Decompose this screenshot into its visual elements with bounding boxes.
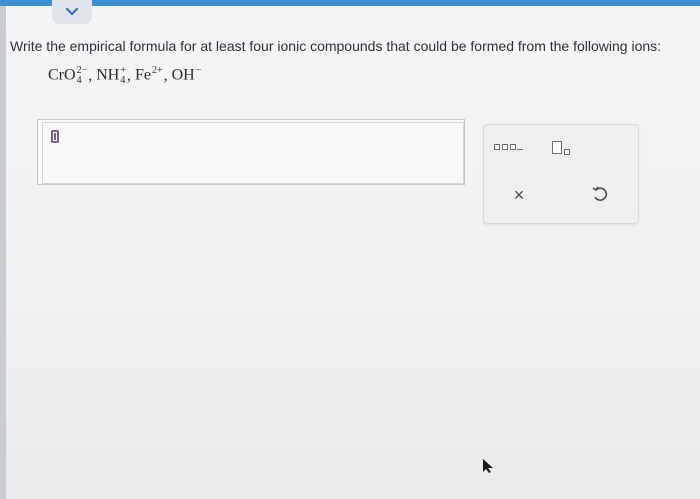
undo-button[interactable] [590, 185, 612, 205]
undo-icon [592, 186, 608, 201]
text-cursor-icon [51, 130, 59, 143]
box-icon [494, 144, 500, 150]
subscript-button[interactable] [490, 139, 530, 157]
box-icon [552, 141, 562, 154]
box-icon [502, 144, 508, 150]
box-icon [510, 144, 516, 150]
mouse-pointer-icon [483, 459, 493, 473]
separator: , [163, 66, 168, 84]
superscript-button[interactable] [550, 139, 580, 159]
top-accent-bar [0, 0, 700, 6]
separator: , [88, 66, 93, 84]
ion-iron: Fe 2+ [134, 65, 163, 84]
ion-ammonium: NH +4 [96, 65, 126, 86]
box-small-icon [564, 149, 570, 155]
ion-hydroxide: OH − [171, 65, 202, 84]
answer-input-focus[interactable] [42, 122, 464, 184]
left-edge [0, 0, 6, 499]
ion-chromate: CrO 2− 4 [48, 65, 88, 86]
ellipsis-icon [517, 149, 523, 150]
separator: , [126, 66, 131, 84]
collapse-tab[interactable] [52, 0, 92, 24]
chevron-down-icon [65, 7, 79, 16]
question-prompt: Write the empirical formula for at least… [10, 38, 662, 54]
formula-palette: × [483, 124, 639, 224]
ion-list: CrO 2− 4 , NH +4 , Fe 2+ , OH − [48, 66, 201, 86]
clear-button[interactable]: × [508, 185, 530, 205]
answer-input[interactable] [37, 119, 465, 185]
